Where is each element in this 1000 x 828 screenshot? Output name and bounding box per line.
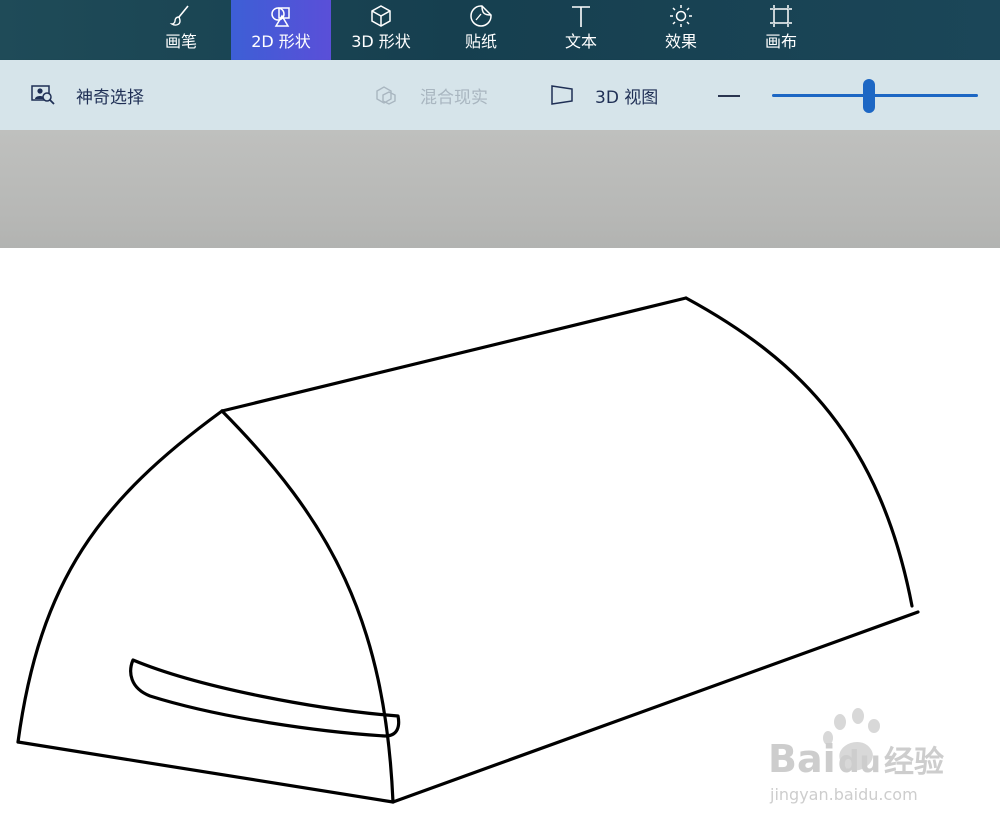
workspace-background xyxy=(0,130,1000,248)
tool-stickers[interactable]: 贴纸 xyxy=(431,0,531,60)
tool-label: 效果 xyxy=(664,32,697,51)
mixed-reality-label: 混合现实 xyxy=(420,87,488,108)
tool-label: 贴纸 xyxy=(464,32,497,51)
tool-label: 2D 形状 xyxy=(251,32,311,51)
watermark-brand: Bai xyxy=(768,737,836,781)
view-3d-label: 3D 视图 xyxy=(595,87,659,108)
tool-text[interactable]: 文本 xyxy=(531,0,631,60)
baidu-watermark: Bai du 经验 jingyan.baidu.com xyxy=(768,708,944,804)
watermark-url: jingyan.baidu.com xyxy=(769,785,918,804)
shapes-2d-icon xyxy=(231,3,331,29)
canvas-drawing: Bai du 经验 jingyan.baidu.com xyxy=(16,296,944,804)
tool-label: 画笔 xyxy=(164,32,197,51)
tool-label: 3D 形状 xyxy=(351,32,411,51)
tool-brushes[interactable]: 画笔 xyxy=(131,0,231,60)
view-3d-button[interactable]: 3D 视图 xyxy=(549,60,658,130)
text-icon xyxy=(531,3,631,29)
canvas-crop-icon xyxy=(731,3,831,29)
stroke-front-right-arch xyxy=(220,409,395,804)
magic-select-label: 神奇选择 xyxy=(76,87,144,108)
tool-label: 文本 xyxy=(564,32,597,51)
watermark-brand-jingyan: 经验 xyxy=(884,745,944,780)
brush-icon xyxy=(131,3,231,29)
stroke-front-left-arch xyxy=(16,409,224,744)
stroke-handle-slot xyxy=(129,658,401,738)
tool-3d-shapes[interactable]: 3D 形状 xyxy=(331,0,431,60)
view-3d-icon xyxy=(549,83,575,107)
zoom-slider-thumb[interactable] xyxy=(862,79,875,113)
zoom-slider-track[interactable] xyxy=(772,94,978,97)
stroke-top-edge xyxy=(220,296,688,413)
watermark-brand-du: du xyxy=(838,745,881,780)
cube-icon xyxy=(331,3,431,29)
magic-select-button[interactable]: 神奇选择 xyxy=(30,60,144,130)
zoom-out-icon[interactable] xyxy=(718,95,740,97)
drawing-canvas[interactable]: Bai du 经验 jingyan.baidu.com xyxy=(0,248,1000,824)
tool-effects[interactable]: 效果 xyxy=(631,0,731,60)
top-toolbar: 画笔 2D 形状 3D 形状 贴纸 文本 效果 画布 xyxy=(0,0,1000,60)
mixed-reality-icon xyxy=(374,83,400,107)
tool-canvas[interactable]: 画布 xyxy=(731,0,831,60)
sticker-icon xyxy=(431,3,531,29)
mixed-reality-button[interactable]: 混合现实 xyxy=(374,60,488,130)
tool-2d-shapes[interactable]: 2D 形状 xyxy=(231,0,331,60)
stroke-front-bottom xyxy=(16,740,395,804)
magic-select-icon xyxy=(30,83,56,107)
tool-label: 画布 xyxy=(764,32,797,51)
stroke-back-arch xyxy=(684,296,914,608)
sun-icon xyxy=(631,3,731,29)
